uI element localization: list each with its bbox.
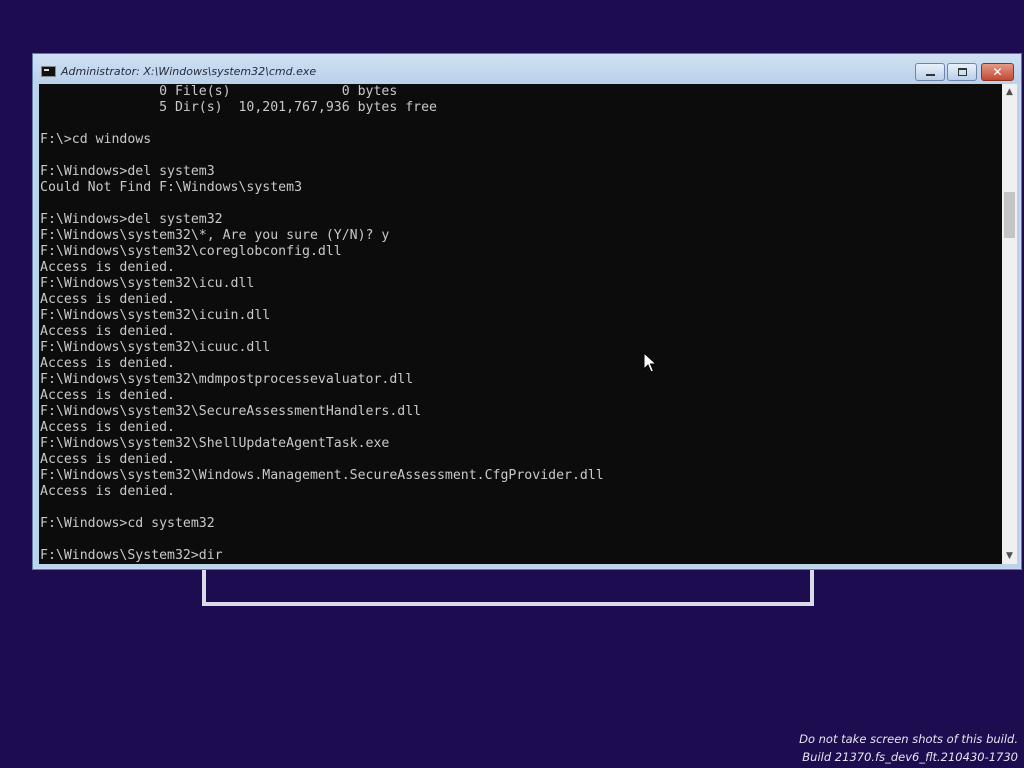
console-line: 0 File(s) 0 bytes bbox=[40, 84, 398, 99]
desktop: Administrator: X:\Windows\system32\cmd.e… bbox=[0, 0, 1024, 768]
console-line: F:\>cd windows bbox=[40, 132, 152, 147]
console-line: Access is denied. bbox=[40, 452, 175, 467]
console-window[interactable]: Administrator: X:\Windows\system32\cmd.e… bbox=[32, 53, 1022, 570]
mouse-pointer-icon bbox=[643, 352, 657, 373]
console-line: F:\Windows\system32\coreglobconfig.dll bbox=[40, 244, 342, 259]
console-line: Access is denied. bbox=[40, 388, 175, 403]
console-line: Access is denied. bbox=[40, 292, 175, 307]
build-watermark: Do not take screen shots of this build. … bbox=[799, 730, 1018, 766]
console-line: F:\Windows\system32\Windows.Management.S… bbox=[40, 468, 604, 483]
maximize-button[interactable] bbox=[947, 63, 977, 81]
console-line: F:\Windows\System32>dir bbox=[40, 548, 223, 563]
console-line: Access is denied. bbox=[40, 260, 175, 275]
watermark-line-1: Do not take screen shots of this build. bbox=[799, 732, 1018, 746]
maximize-icon bbox=[958, 68, 967, 76]
console-line: F:\Windows\system32\ShellUpdateAgentTask… bbox=[40, 436, 390, 451]
window-titlebar[interactable]: Administrator: X:\Windows\system32\cmd.e… bbox=[33, 54, 1021, 84]
console-line: F:\Windows>cd system32 bbox=[40, 516, 215, 531]
console-line: F:\Windows>del system32 bbox=[40, 212, 223, 227]
scroll-up-button[interactable]: ▲ bbox=[1002, 84, 1017, 100]
console-line: F:\Windows\system32\icuuc.dll bbox=[40, 340, 271, 355]
watermark-line-2: Build 21370.fs_dev6_flt.210430-1730 bbox=[802, 750, 1018, 764]
console-output-area[interactable]: 0 File(s) 0 bytes 5 Dir(s) 10,201,767,93… bbox=[39, 84, 1002, 564]
arrow-up-icon: ▲ bbox=[1006, 87, 1013, 97]
scroll-down-button[interactable]: ▼ bbox=[1002, 548, 1017, 564]
close-button[interactable]: ✕ bbox=[981, 63, 1014, 81]
console-line: F:\Windows>del system3 bbox=[40, 164, 215, 179]
console-line: F:\Windows\system32\icuin.dll bbox=[40, 308, 271, 323]
console-line: Access is denied. bbox=[40, 420, 175, 435]
window-title: Administrator: X:\Windows\system32\cmd.e… bbox=[61, 65, 317, 78]
console-line: Access is denied. bbox=[40, 484, 175, 499]
scroll-thumb[interactable] bbox=[1004, 192, 1015, 238]
console-line: Could Not Find F:\Windows\system3 bbox=[40, 180, 303, 195]
minimize-button[interactable] bbox=[915, 63, 945, 81]
console-line: Access is denied. bbox=[40, 356, 175, 371]
console-line: 5 Dir(s) 10,201,767,936 bytes free bbox=[40, 100, 437, 115]
console-output: 0 File(s) 0 bytes 5 Dir(s) 10,201,767,93… bbox=[39, 84, 1002, 564]
close-icon: ✕ bbox=[992, 65, 1003, 79]
console-line: F:\Windows\system32\mdmpostprocessevalua… bbox=[40, 372, 414, 387]
console-line: F:\Windows\system32\SecureAssessmentHand… bbox=[40, 404, 422, 419]
cmd-app-icon[interactable] bbox=[41, 66, 56, 77]
console-line: F:\Windows\system32\icu.dll bbox=[40, 276, 255, 291]
console-line: F:\Windows\system32\*, Are you sure (Y/N… bbox=[40, 228, 390, 243]
arrow-down-icon: ▼ bbox=[1006, 551, 1013, 561]
vertical-scrollbar[interactable]: ▲ ▼ bbox=[1002, 84, 1017, 564]
minimize-icon bbox=[926, 74, 935, 76]
console-line: Access is denied. bbox=[40, 324, 175, 339]
